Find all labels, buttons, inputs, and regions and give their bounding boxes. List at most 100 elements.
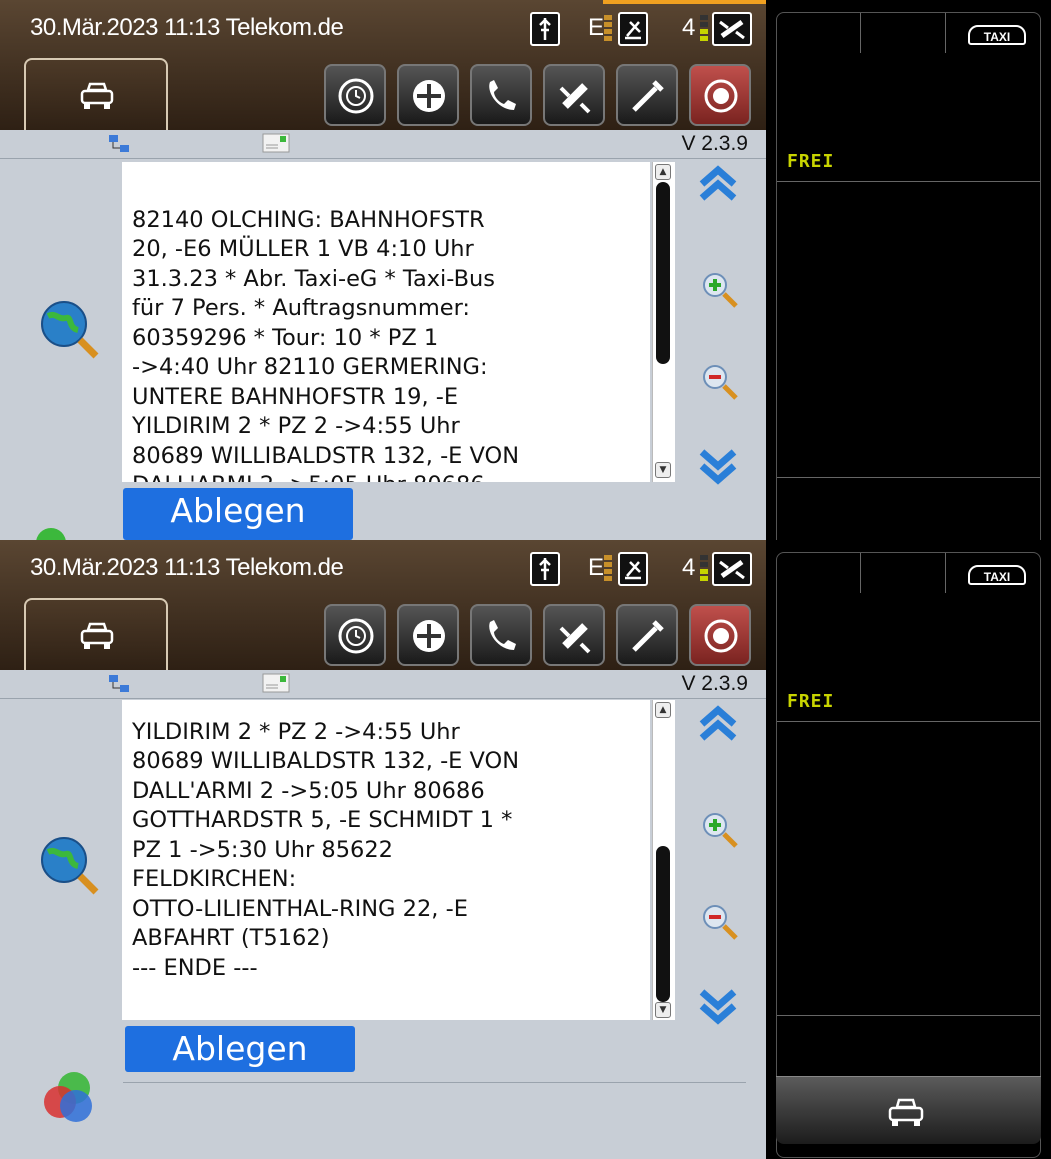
- dial-icon: [413, 80, 445, 112]
- version-label: V 2.3.9: [681, 672, 748, 695]
- dial-button[interactable]: [397, 604, 459, 666]
- network-type-label: E: [588, 14, 605, 41]
- message-box[interactable]: YILDIRIM 2 * PZ 2 ->4:55 Uhr 80689 WILLIB…: [122, 700, 650, 1020]
- gps-icon: [530, 12, 560, 46]
- card-divider: [860, 13, 861, 53]
- status-card: TAXI FREI: [776, 552, 1041, 1158]
- message-line: ->4:40 Uhr 82110 GERMERING:: [132, 354, 488, 380]
- satellite-count: 4: [682, 554, 696, 581]
- taxi-car-icon: [80, 82, 114, 109]
- scroll-down-arrow-icon[interactable]: ▼: [655, 1002, 671, 1018]
- status-bar: 30.Mär.2023 11:13 Telekom.de E 4: [0, 540, 766, 672]
- zoom-in-icon[interactable]: [700, 810, 740, 850]
- page-down-icon[interactable]: [696, 988, 740, 1028]
- status-bar: 30.Mär.2023 11:13 Telekom.de E 4: [0, 0, 766, 132]
- message-area: V 2.3.9 YILDIRIM 2 * PZ 2 ->4:55 Uhr 8068…: [0, 670, 766, 1159]
- satellite-count: 4: [682, 14, 696, 41]
- info-bar: V 2.3.9: [0, 130, 766, 159]
- main-area: 30.Mär.2023 11:13 Telekom.de E 4 V 2.3.9…: [0, 0, 766, 540]
- wrench-button[interactable]: [616, 64, 678, 126]
- message-line: 31.3.23 * Abr. Taxi-eG * Taxi-Bus: [132, 265, 496, 292]
- power-button[interactable]: [689, 64, 751, 126]
- satellite-button[interactable]: [543, 64, 605, 126]
- globe-search-icon[interactable]: [38, 834, 102, 898]
- taxi-car-icon: [888, 1098, 924, 1126]
- message-text: YILDIRIM 2 * PZ 2 ->4:55 Uhr 80689 WILLIB…: [132, 700, 640, 983]
- taxi-sign-icon: TAXI: [968, 25, 1026, 45]
- message-scrollbar[interactable]: ▲ ▼: [652, 162, 675, 482]
- globe-search-icon[interactable]: [38, 298, 102, 362]
- right-status-panel: TAXI FREI: [766, 540, 1051, 1159]
- message-text: 82140 OLCHING: BAHNHOFSTR 20, -E6 MÜLLER …: [132, 176, 640, 483]
- phone-button[interactable]: [470, 64, 532, 126]
- card-divider: [777, 721, 1040, 722]
- message-area: V 2.3.9 82140 OLCHING: BAHNHOFSTR 20, -E6…: [0, 130, 766, 540]
- tab-taxi[interactable]: [24, 598, 168, 672]
- satellite-button[interactable]: [543, 604, 605, 666]
- clock-button[interactable]: [324, 64, 386, 126]
- message-line: 80689 WILLIBALDSTR 132, -E VON: [132, 442, 520, 469]
- clock-button[interactable]: [324, 604, 386, 666]
- message-line: DALL'ARMI 2 ->5:05 Uhr 80686: [132, 777, 485, 804]
- mail-icon: [262, 673, 290, 693]
- taxi-car-icon: [80, 622, 114, 649]
- zoom-out-icon[interactable]: [700, 902, 740, 942]
- card-divider: [777, 181, 1040, 182]
- taxi-bottom-button[interactable]: [776, 1076, 1041, 1144]
- mail-icon: [262, 133, 290, 153]
- tab-taxi[interactable]: [24, 58, 168, 132]
- page-up-icon[interactable]: [696, 702, 740, 742]
- status-datetime-operator: 30.Mär.2023 11:13 Telekom.de: [30, 14, 344, 41]
- satellite-status-icon: [712, 552, 752, 586]
- zoom-in-icon[interactable]: [700, 270, 740, 310]
- taxi-sign-icon: TAXI: [968, 565, 1026, 585]
- message-line: ABFAHRT (T5162): [132, 925, 330, 951]
- main-area: 30.Mär.2023 11:13 Telekom.de E 4 V 2.3.9…: [0, 540, 766, 1159]
- message-line: 80689 WILLIBALDSTR 132, -E VON: [132, 748, 520, 774]
- ablegen-button[interactable]: Ablegen: [125, 1026, 355, 1072]
- message-line: DALL'ARMI 2 ->5:05 Uhr 80686: [132, 471, 640, 482]
- message-line: UNTERE BAHNHOFSTR 19, -E: [132, 383, 459, 410]
- page-up-icon[interactable]: [696, 162, 740, 202]
- satellite-icon: [559, 83, 591, 114]
- clock-icon: [338, 78, 374, 114]
- message-line: OTTO-LILIENTHAL-RING 22, -E: [132, 895, 468, 922]
- availability-status: FREI: [787, 691, 835, 712]
- message-line: für 7 Pers. * Auftragsnummer:: [132, 295, 471, 321]
- color-wheel-icon[interactable]: [36, 528, 66, 540]
- phone-icon: [489, 80, 516, 110]
- scroll-thumb[interactable]: [656, 182, 670, 364]
- zoom-out-icon[interactable]: [700, 362, 740, 402]
- satellite-strength-icon: [700, 555, 708, 585]
- message-box[interactable]: 82140 OLCHING: BAHNHOFSTR 20, -E6 MÜLLER …: [122, 162, 650, 482]
- dial-button[interactable]: [397, 64, 459, 126]
- card-divider: [945, 553, 946, 593]
- page-down-icon[interactable]: [696, 448, 740, 488]
- antenna-icon: [618, 552, 648, 586]
- message-line: --- ENDE ---: [132, 954, 258, 981]
- phone-icon: [489, 620, 516, 650]
- satellite-icon: [559, 623, 591, 654]
- availability-status: FREI: [787, 151, 835, 172]
- signal-strength-icon: [604, 555, 612, 585]
- message-line: YILDIRIM 2 * PZ 2 ->4:55 Uhr: [132, 718, 460, 745]
- card-divider: [945, 13, 946, 53]
- wrench-button[interactable]: [616, 604, 678, 666]
- dial-icon: [413, 620, 445, 652]
- scroll-up-arrow-icon[interactable]: ▲: [655, 164, 671, 180]
- screenshot-top: 30.Mär.2023 11:13 Telekom.de E 4 V 2.3.9…: [0, 0, 1051, 540]
- scroll-down-arrow-icon[interactable]: ▼: [655, 462, 671, 478]
- message-scrollbar[interactable]: ▲ ▼: [652, 700, 675, 1020]
- network-type-label: E: [588, 554, 605, 581]
- status-card: TAXI FREI: [776, 12, 1041, 540]
- power-button[interactable]: [689, 604, 751, 666]
- power-icon: [704, 79, 738, 113]
- color-wheel-icon[interactable]: [38, 1066, 104, 1128]
- scroll-thumb[interactable]: [656, 846, 670, 1002]
- phone-button[interactable]: [470, 604, 532, 666]
- wrench-icon: [632, 620, 664, 652]
- ablegen-button[interactable]: Ablegen: [123, 488, 353, 540]
- message-line: 82140 OLCHING: BAHNHOFSTR: [132, 206, 485, 233]
- message-line: FELDKIRCHEN:: [132, 866, 297, 892]
- scroll-up-arrow-icon[interactable]: ▲: [655, 702, 671, 718]
